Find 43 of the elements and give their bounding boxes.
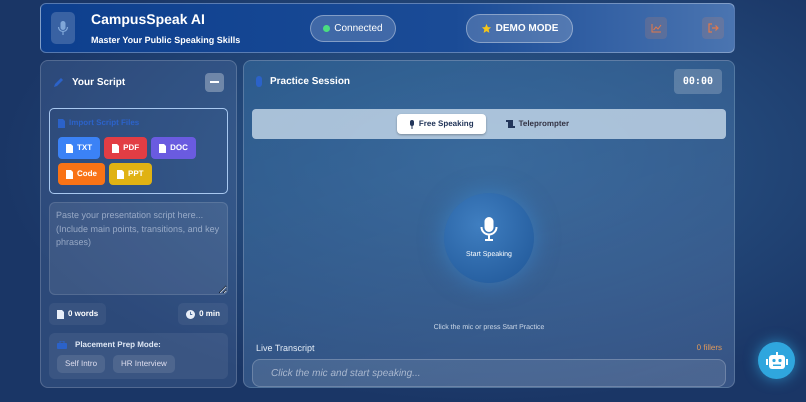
- scroll-icon: [506, 120, 515, 128]
- file-icon: [159, 144, 166, 152]
- mic-icon: [256, 76, 262, 86]
- file-icon: [58, 118, 65, 128]
- prep-option[interactable]: Self Intro: [57, 355, 106, 373]
- panel-title: Your Script: [72, 76, 126, 90]
- demo-mode-button[interactable]: DEMO MODE: [466, 14, 574, 42]
- import-file-button[interactable]: PDF: [104, 137, 148, 159]
- import-title: Import Script Files: [69, 117, 140, 129]
- session-timer: 00:00: [674, 68, 722, 94]
- clock-icon: [186, 310, 196, 318]
- import-file-button[interactable]: DOC: [151, 137, 196, 159]
- robot-icon: [766, 352, 788, 370]
- mode-tab[interactable]: Teleprompter: [494, 114, 582, 134]
- line-chart-icon: [650, 23, 662, 33]
- file-icon: [66, 170, 73, 178]
- logout-icon: [708, 23, 718, 33]
- pencil-icon: [53, 77, 64, 88]
- file-icon: [112, 144, 120, 152]
- microphone-icon: [480, 216, 498, 242]
- briefcase-icon: [57, 341, 67, 349]
- filler-count: 0 fillers: [696, 342, 722, 354]
- file-icon: [117, 170, 124, 178]
- panel-title: Practice Session: [270, 74, 350, 88]
- word-count: 0 words: [49, 303, 106, 325]
- star-icon: [480, 22, 492, 34]
- file-icon: [57, 310, 64, 318]
- app-subtitle: Master Your Public Speaking Skills: [91, 34, 240, 47]
- file-icon: [66, 144, 73, 152]
- mode-tab[interactable]: Free Speaking: [396, 114, 486, 134]
- logo-mic-icon: [51, 12, 75, 44]
- app-title: CampusSpeak AI: [91, 10, 206, 29]
- prep-option[interactable]: HR Interview: [113, 355, 175, 373]
- minus-icon: [210, 81, 219, 84]
- placement-title: Placement Prep Mode:: [75, 339, 161, 351]
- import-file-button[interactable]: TXT: [58, 137, 100, 159]
- collapse-button[interactable]: [205, 73, 224, 92]
- connection-status: Connected: [310, 14, 396, 42]
- duration: 0 min: [178, 303, 228, 325]
- chatbot-button[interactable]: [758, 342, 795, 379]
- mic-icon: [408, 120, 415, 128]
- transcript-label: Live Transcript: [256, 342, 315, 355]
- import-file-button[interactable]: Code: [58, 163, 105, 185]
